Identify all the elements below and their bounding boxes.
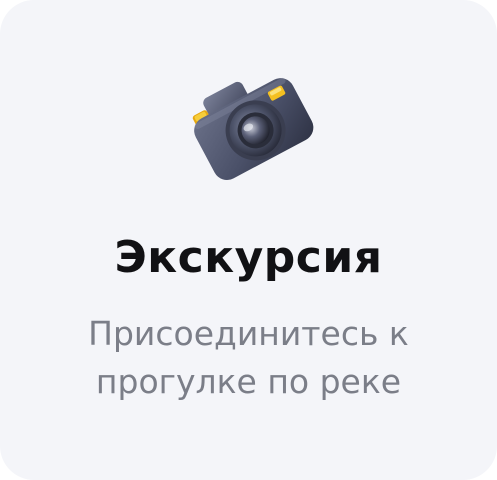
- card-subtitle: Присоединитесь к прогулке по реке: [0, 310, 497, 406]
- card-subtitle-line-2: прогулке по реке: [95, 362, 402, 401]
- excursion-card[interactable]: Экскурсия Присоединитесь к прогулке по р…: [0, 0, 497, 480]
- card-title: Экскурсия: [114, 232, 383, 283]
- camera-icon: [183, 56, 317, 188]
- card-subtitle-line-1: Присоединитесь к: [88, 314, 409, 353]
